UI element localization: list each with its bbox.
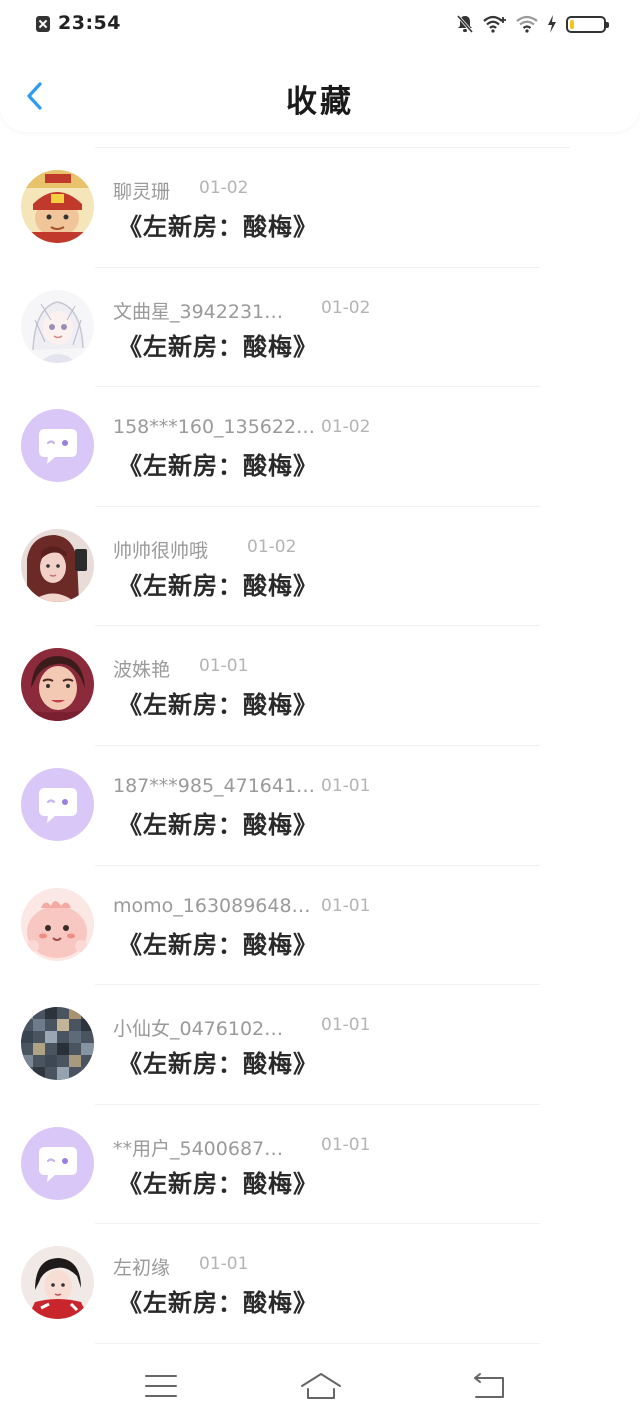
username: 聊灵珊 <box>113 181 171 203</box>
item-title: 《左新房：酸梅》 <box>118 1050 318 1079</box>
item-title: 《左新房：酸梅》 <box>118 571 318 600</box>
item-title: 《左新房：酸梅》 <box>118 1289 318 1318</box>
menu-button[interactable] <box>141 1370 181 1402</box>
item-title: 《左新房：酸梅》 <box>118 452 318 481</box>
avatar[interactable] <box>21 887 94 961</box>
username: 小仙女_0476102… <box>113 1018 284 1041</box>
home-icon <box>301 1373 341 1399</box>
item-date: 01-02 <box>199 178 249 198</box>
list-item[interactable]: 文曲星_3942231… 01-02 《左新房：酸梅》 <box>0 268 640 388</box>
wifi-signal-icon <box>516 15 538 33</box>
list-item[interactable]: 187***985_471641… 01-01 《左新房：酸梅》 <box>0 746 640 866</box>
item-date: 01-02 <box>247 536 297 557</box>
item-title: 《左新房：酸梅》 <box>118 691 318 720</box>
page-title: 收藏 <box>286 84 354 120</box>
username: 帅帅很帅哦 <box>113 539 209 562</box>
item-date: 01-01 <box>321 895 371 916</box>
notification-close-icon <box>36 16 50 32</box>
home-button[interactable] <box>299 1370 343 1402</box>
list-item[interactable]: 波姝艳 01-01 《左新房：酸梅》 <box>0 626 640 746</box>
list-item[interactable]: **用户_5400687… 01-01 《左新房：酸梅》 <box>0 1105 640 1225</box>
status-icons <box>456 13 609 35</box>
avatar[interactable] <box>21 1246 94 1320</box>
item-date: 01-02 <box>321 417 371 438</box>
list-item[interactable]: 158***160_135622… 01-02 《左新房：酸梅》 <box>0 387 640 507</box>
top-app-bar: 收藏 <box>0 48 640 132</box>
charging-bolt-icon <box>548 15 556 33</box>
username: momo_163089648… <box>113 894 311 917</box>
item-title: 《左新房：酸梅》 <box>118 332 318 361</box>
avatar[interactable] <box>21 409 94 483</box>
default-avatar-icon <box>21 409 94 483</box>
list-item[interactable]: momo_163089648… 01-01 《左新房：酸梅》 <box>0 866 640 986</box>
avatar[interactable] <box>21 1007 94 1081</box>
battery-icon <box>566 15 609 33</box>
username: **用户_5400687… <box>113 1137 284 1160</box>
list-item[interactable]: 左初缘 01-01 《左新房：酸梅》 <box>0 1224 640 1344</box>
item-date: 01-01 <box>321 1134 371 1155</box>
list-item[interactable]: 小仙女_0476102… 01-01 《左新房：酸梅》 <box>0 985 640 1105</box>
status-bar: 23:54 <box>0 0 640 48</box>
item-date: 01-01 <box>199 1254 249 1275</box>
back-nav-button[interactable] <box>470 1370 510 1402</box>
item-title: 《左新房：酸梅》 <box>118 810 318 839</box>
username: 波姝艳 <box>113 659 171 682</box>
username: 文曲星_3942231… <box>113 300 284 323</box>
avatar[interactable] <box>21 289 94 363</box>
favorites-list: 聊灵珊 01-02 《左新房：酸梅》 文曲星_3942231… 01-02 《左… <box>0 148 640 1344</box>
avatar[interactable] <box>21 767 94 841</box>
item-title: 《左新房：酸梅》 <box>118 930 318 959</box>
item-date: 01-01 <box>199 656 249 677</box>
avatar[interactable] <box>21 528 94 602</box>
item-date: 01-02 <box>321 297 371 318</box>
default-avatar-icon <box>21 767 94 841</box>
username: 左初缘 <box>113 1257 171 1280</box>
battery-level <box>570 19 574 29</box>
item-title: 《左新房：酸梅》 <box>118 1169 318 1198</box>
status-time: 23:54 <box>58 12 121 34</box>
avatar[interactable] <box>21 170 94 243</box>
item-title: 《左新房：酸梅》 <box>118 213 318 241</box>
system-nav-bar <box>0 1352 640 1422</box>
username: 158***160_135622… <box>113 416 316 439</box>
item-date: 01-01 <box>321 1015 371 1036</box>
list-item[interactable]: 聊灵珊 01-02 《左新房：酸梅》 <box>0 148 640 268</box>
wifi-plus-icon <box>483 15 506 33</box>
username: 187***985_471641… <box>113 774 316 797</box>
return-icon <box>474 1373 504 1398</box>
avatar[interactable] <box>21 648 94 722</box>
item-date: 01-01 <box>321 775 371 796</box>
menu-icon <box>145 1375 177 1397</box>
list-item[interactable]: 帅帅很帅哦 01-02 《左新房：酸梅》 <box>0 507 640 627</box>
avatar[interactable] <box>21 1126 94 1200</box>
mute-bell-icon <box>456 15 474 33</box>
default-avatar-icon <box>21 1126 94 1200</box>
